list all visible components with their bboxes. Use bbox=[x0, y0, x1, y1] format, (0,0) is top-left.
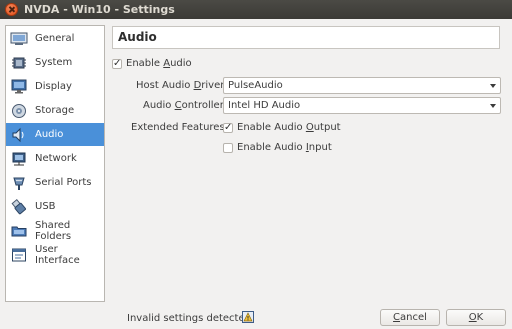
sidebar-item-system[interactable]: System bbox=[6, 51, 104, 74]
sidebar-item-label: Shared Folders bbox=[35, 219, 72, 242]
enable-audio-output-label[interactable]: Enable Audio Output bbox=[237, 122, 341, 133]
sidebar-item-label: System bbox=[35, 57, 73, 68]
page-title: Audio bbox=[112, 26, 500, 49]
sidebar-item-label: USB bbox=[35, 201, 56, 212]
warning-icon[interactable] bbox=[242, 311, 254, 323]
chevron-down-icon bbox=[490, 84, 496, 88]
settings-sidebar: General System Display Storage Audio Net… bbox=[5, 25, 105, 302]
sidebar-item-label: User Interface bbox=[35, 243, 80, 266]
enable-audio-checkbox[interactable]: ✓ bbox=[112, 59, 122, 69]
host-audio-driver-label: Host Audio Driver: bbox=[136, 80, 228, 91]
title-bar: NVDA - Win10 - Settings bbox=[0, 0, 512, 19]
host-audio-driver-value: PulseAudio bbox=[228, 80, 283, 91]
sidebar-item-label: Display bbox=[35, 81, 72, 92]
sidebar-item-label: Serial Ports bbox=[35, 177, 92, 188]
enable-audio-input-label[interactable]: Enable Audio Input bbox=[237, 142, 332, 153]
sidebar-item-user-interface[interactable]: User Interface bbox=[6, 243, 104, 266]
audio-controller-value: Intel HD Audio bbox=[228, 100, 301, 111]
serial-port-icon bbox=[10, 175, 28, 191]
system-chip-icon bbox=[10, 55, 28, 71]
sidebar-item-audio[interactable]: Audio bbox=[6, 123, 104, 146]
extended-features-label: Extended Features: bbox=[131, 122, 229, 133]
enable-audio-label[interactable]: Enable Audio bbox=[126, 58, 192, 69]
storage-disk-icon bbox=[10, 103, 28, 119]
window-title: NVDA - Win10 - Settings bbox=[24, 3, 175, 16]
sidebar-item-general[interactable]: General bbox=[6, 27, 104, 50]
status-message: Invalid settings detected bbox=[127, 313, 251, 324]
audio-controller-label: Audio Controller: bbox=[143, 100, 227, 111]
general-icon bbox=[10, 31, 28, 47]
sidebar-item-storage[interactable]: Storage bbox=[6, 99, 104, 122]
display-monitor-icon bbox=[10, 79, 28, 95]
sidebar-item-shared-folders[interactable]: Shared Folders bbox=[6, 219, 104, 242]
sidebar-item-usb[interactable]: USB bbox=[6, 195, 104, 218]
audio-controller-select[interactable]: Intel HD Audio bbox=[223, 97, 501, 114]
enable-audio-input-checkbox[interactable] bbox=[223, 143, 233, 153]
sidebar-item-label: Storage bbox=[35, 105, 75, 116]
host-audio-driver-select[interactable]: PulseAudio bbox=[223, 77, 501, 94]
sidebar-item-network[interactable]: Network bbox=[6, 147, 104, 170]
enable-audio-output-checkbox[interactable]: ✓ bbox=[223, 123, 233, 133]
close-window-button[interactable] bbox=[5, 3, 18, 16]
user-interface-icon bbox=[10, 247, 28, 263]
ok-button[interactable]: OK bbox=[446, 309, 506, 326]
sidebar-item-display[interactable]: Display bbox=[6, 75, 104, 98]
shared-folder-icon bbox=[10, 223, 28, 239]
sidebar-item-label: Network bbox=[35, 153, 77, 164]
sidebar-item-label: Audio bbox=[35, 129, 64, 140]
usb-icon bbox=[10, 198, 28, 215]
sidebar-item-serial-ports[interactable]: Serial Ports bbox=[6, 171, 104, 194]
audio-speaker-icon bbox=[10, 127, 28, 143]
network-icon bbox=[10, 151, 28, 167]
cancel-button[interactable]: Cancel bbox=[380, 309, 440, 326]
chevron-down-icon bbox=[490, 104, 496, 108]
sidebar-item-label: General bbox=[35, 33, 75, 44]
